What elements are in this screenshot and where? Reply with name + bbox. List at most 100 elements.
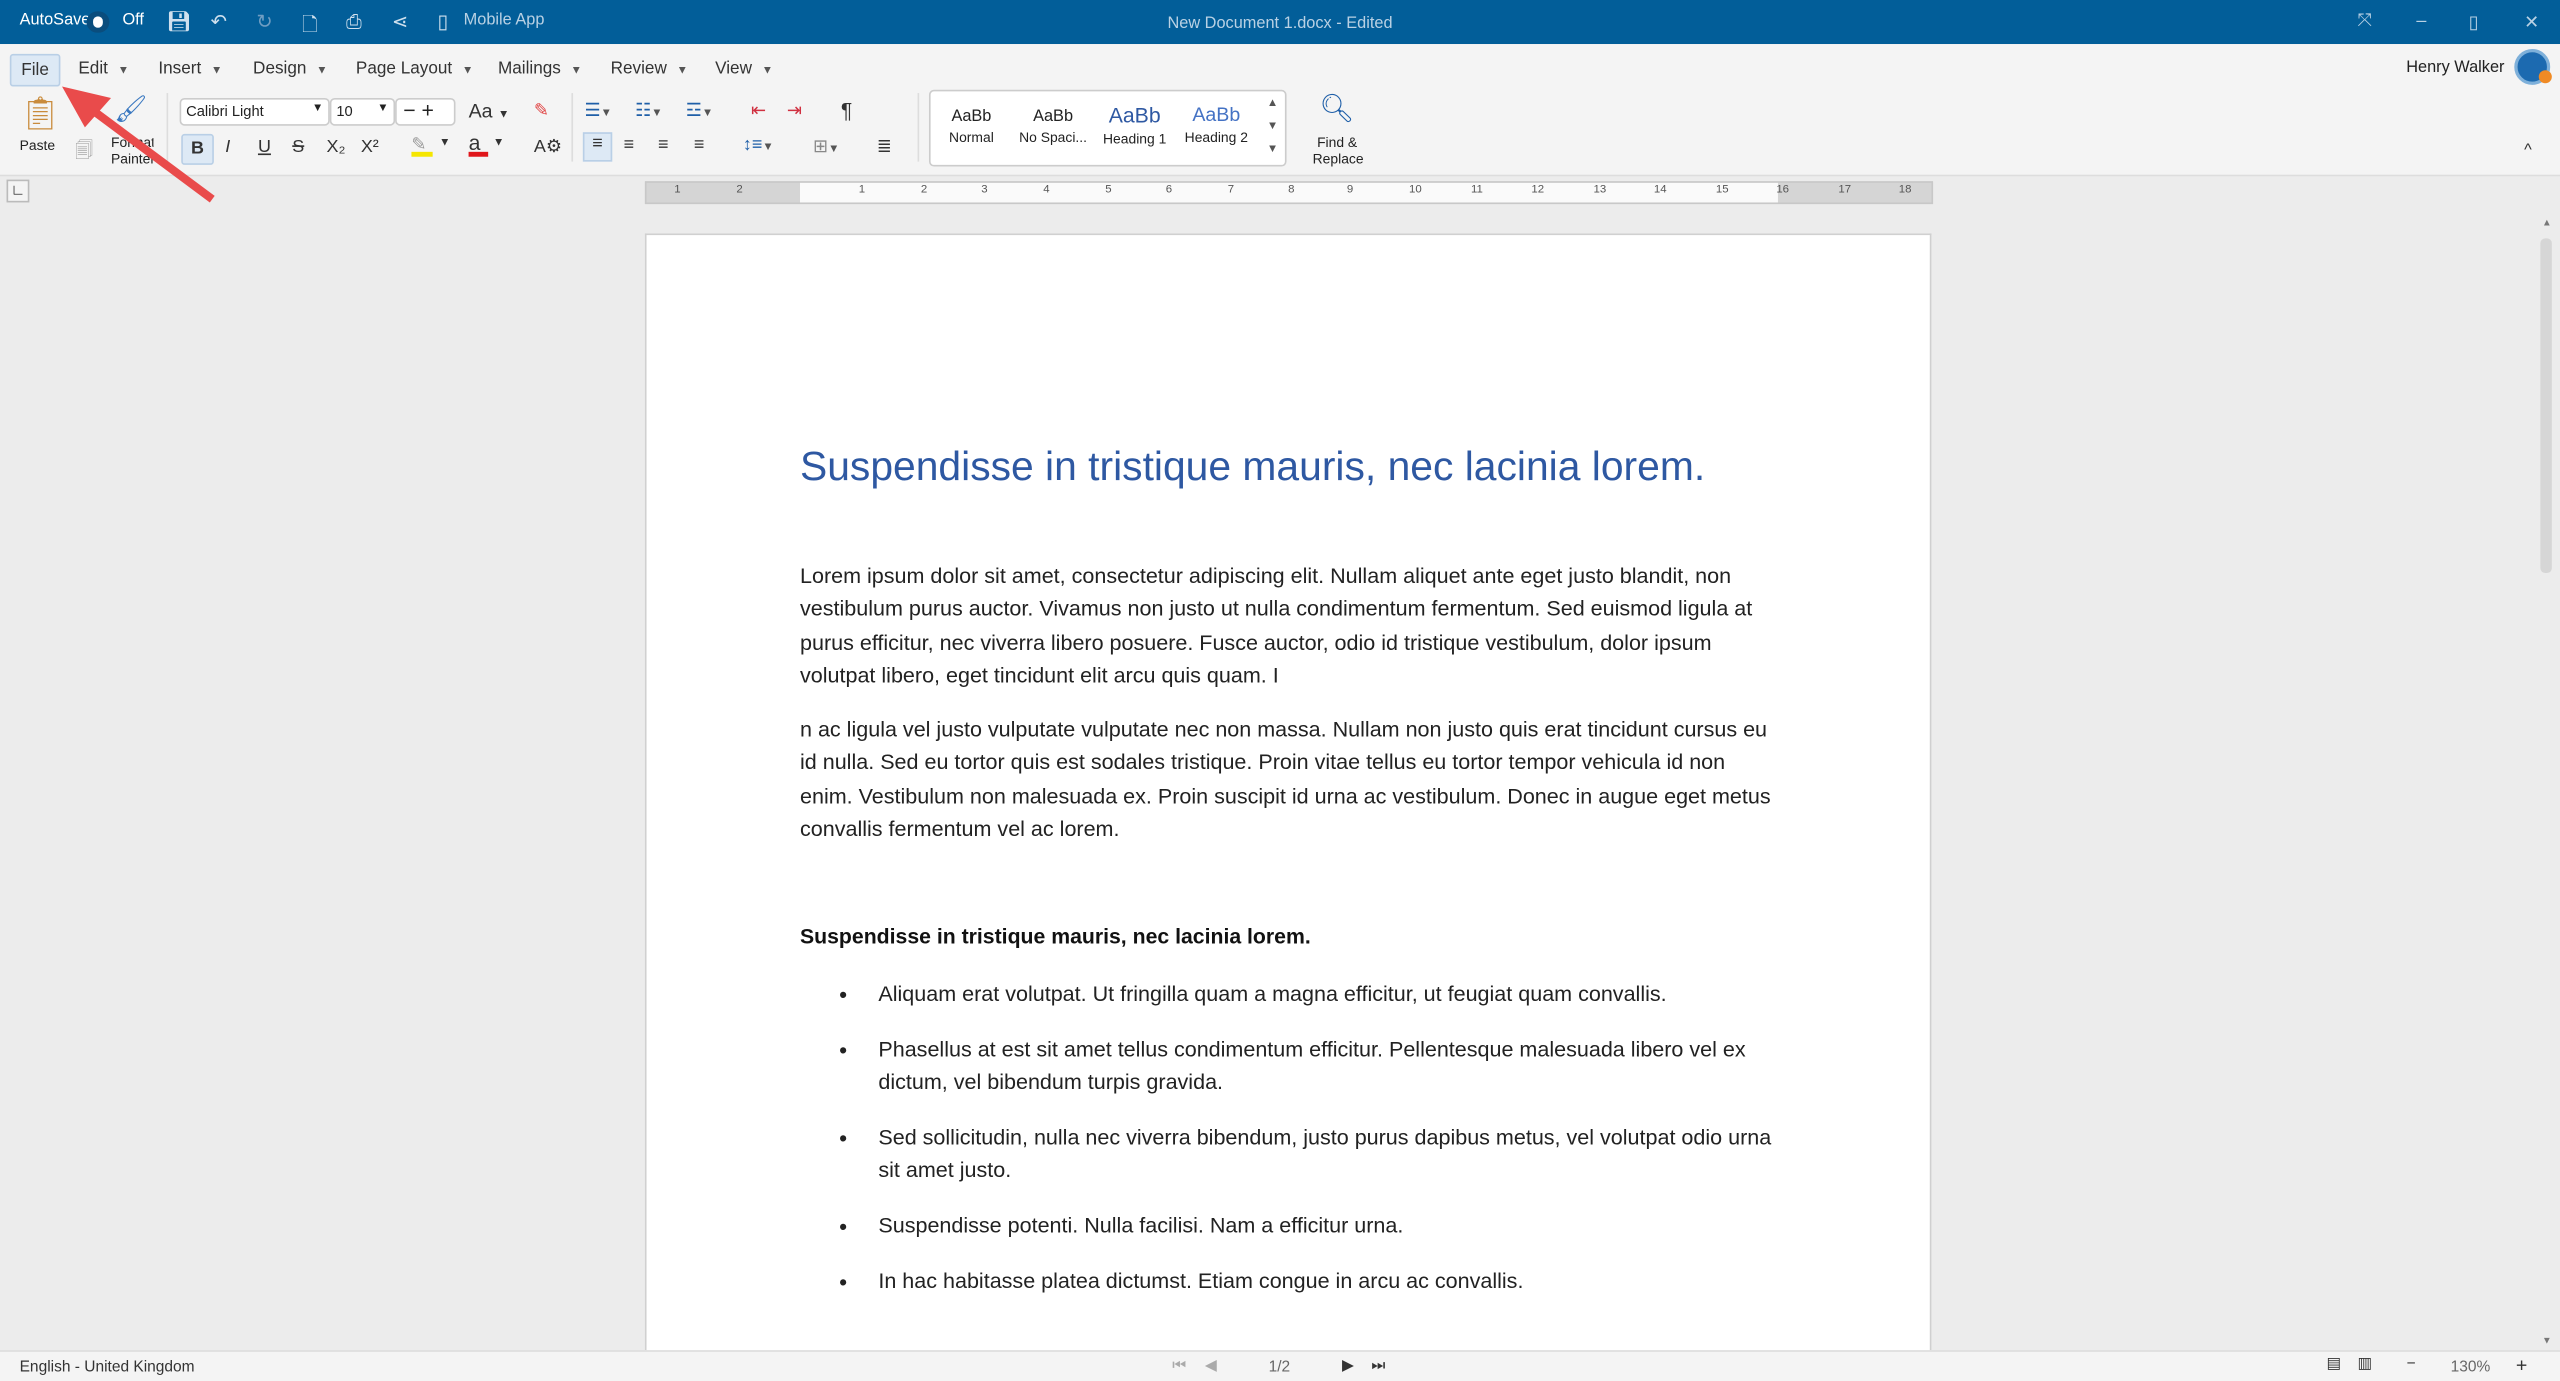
font-size-stepper[interactable]: − + xyxy=(395,97,456,126)
print-layout-icon[interactable]: ▤ xyxy=(2327,1355,2342,1373)
menu-label: Edit xyxy=(78,58,108,79)
style-heading-1[interactable]: AaBb Heading 1 xyxy=(1094,103,1176,147)
borders-icon[interactable]: ⊞▼ xyxy=(813,136,839,157)
ruler-tick-label: 7 xyxy=(1227,184,1235,196)
ruler-tick-label: 12 xyxy=(1531,184,1545,196)
web-layout-icon[interactable]: ▥ xyxy=(2358,1355,2373,1373)
ruler-tick-label: 13 xyxy=(1593,184,1607,196)
list-item: Suspendisse potenti. Nulla facilisi. Nam… xyxy=(839,1210,1792,1243)
style-name: Heading 1 xyxy=(1103,130,1167,147)
clear-formatting-icon[interactable]: ✎ xyxy=(534,100,549,121)
style-sample: AaBb xyxy=(1108,102,1161,128)
document-page[interactable]: Suspendisse in tristique mauris, nec lac… xyxy=(644,233,1932,1351)
ruler-tick-label: 15 xyxy=(1715,184,1729,196)
numbering-icon[interactable]: ☷▼ xyxy=(635,100,662,121)
first-page-icon[interactable]: ⏮ xyxy=(1172,1357,1186,1375)
styles-scroll-down[interactable]: ▼ xyxy=(1267,121,1278,132)
ruler-tick-label: 10 xyxy=(1408,184,1422,196)
close-icon[interactable]: ✕ xyxy=(2524,11,2539,33)
subscript-button[interactable]: X₂ xyxy=(327,137,346,157)
font-size-select[interactable]: 10 ▼ xyxy=(329,97,396,126)
style-name: No Spaci... xyxy=(1019,128,1087,146)
align-center-button[interactable]: ≡ xyxy=(624,136,634,156)
align-left-button[interactable]: ≡ xyxy=(582,132,613,162)
previous-page-icon[interactable]: ◀ xyxy=(1205,1357,1217,1375)
menu-file[interactable]: File xyxy=(9,53,61,87)
menu-view[interactable]: View ▼ xyxy=(705,54,783,83)
tab-stop-selector[interactable]: ∟ xyxy=(6,179,30,203)
ruler-tick-label: 5 xyxy=(1105,184,1112,196)
menu-label: Design xyxy=(253,58,307,79)
vertical-scrollbar[interactable]: ▲ ▼ xyxy=(2536,216,2557,1351)
line-spacing-icon[interactable]: ↕≡▼ xyxy=(743,136,774,156)
menu-label: Mailings xyxy=(497,58,561,79)
restore-icon[interactable]: ▯ xyxy=(2469,11,2479,33)
zoom-level[interactable]: 130% xyxy=(2451,1358,2491,1376)
language-indicator[interactable]: English - United Kingdom xyxy=(20,1358,195,1376)
paragraph-settings-icon[interactable]: ≣ xyxy=(877,136,892,157)
align-right-button[interactable]: ≡ xyxy=(658,136,668,156)
strikethrough-button[interactable]: S xyxy=(292,137,304,157)
menu-mailings[interactable]: Mailings ▼ xyxy=(488,54,592,83)
menu-insert[interactable]: Insert ▼ xyxy=(149,54,233,83)
menu-label: File xyxy=(21,60,49,80)
menu-page-layout[interactable]: Page Layout ▼ xyxy=(346,54,483,83)
ruler-tick-label: 2 xyxy=(920,184,928,196)
style-normal[interactable]: AaBb Normal xyxy=(931,108,1013,146)
last-page-icon[interactable]: ⏭ xyxy=(1371,1357,1385,1375)
list-item: Aliquam erat volutpat. Ut fringilla quam… xyxy=(839,978,1792,1011)
menu-edit[interactable]: Edit ▼ xyxy=(69,54,139,83)
text-effects-icon[interactable]: A⚙ xyxy=(534,136,562,157)
menu-review[interactable]: Review ▼ xyxy=(601,54,698,83)
document-title-heading: Suspendisse in tristique mauris, nec lac… xyxy=(799,444,1706,490)
ruler-tick-label: 3 xyxy=(981,184,988,196)
zoom-in-button[interactable]: + xyxy=(2516,1353,2527,1376)
ruler-tick-label: 9 xyxy=(1346,184,1354,196)
collapse-ribbon-icon[interactable]: ^ xyxy=(2524,142,2532,160)
list-item: Sed sollicitudin, nulla nec viverra bibe… xyxy=(839,1122,1792,1187)
avatar[interactable] xyxy=(2514,48,2552,85)
scrollbar-thumb[interactable] xyxy=(2540,238,2552,574)
bullets-icon[interactable]: ☰▼ xyxy=(584,100,611,121)
fullscreen-icon[interactable]: ⤧ xyxy=(2358,11,2372,32)
italic-button[interactable]: I xyxy=(225,137,230,157)
justify-button[interactable]: ≡ xyxy=(694,136,704,156)
increase-indent-icon[interactable]: ⇥ xyxy=(787,100,802,121)
page-indicator: 1/2 xyxy=(1268,1358,1291,1377)
list-item: In hac habitasse platea dictumst. Etiam … xyxy=(839,1265,1792,1298)
superscript-button[interactable]: X² xyxy=(361,137,379,157)
scroll-down-icon[interactable]: ▼ xyxy=(2542,1337,2552,1347)
menu-design[interactable]: Design ▼ xyxy=(243,54,337,83)
style-heading-2[interactable]: AaBb Heading 2 xyxy=(1176,103,1258,145)
style-no-spacing[interactable]: AaBb No Spaci... xyxy=(1012,108,1094,146)
style-name: Normal xyxy=(949,128,994,146)
minimize-icon[interactable]: – xyxy=(2416,11,2426,31)
font-color-icon[interactable]: a xyxy=(468,131,489,157)
styles-expand[interactable]: ▼ xyxy=(1267,144,1278,155)
highlight-icon[interactable]: ✎ xyxy=(411,134,433,157)
document-title: New Document 1.docx - Edited xyxy=(1167,14,1393,33)
styles-scroll-up[interactable]: ▲ xyxy=(1267,98,1278,109)
change-case-label: Aa xyxy=(468,99,493,123)
next-page-icon[interactable]: ▶ xyxy=(1342,1357,1354,1375)
find-replace-icon[interactable]: 🔍︎ xyxy=(1319,93,1354,126)
change-case-button[interactable]: Aa ▼ xyxy=(469,100,510,123)
font-size-value: 10 xyxy=(336,102,353,120)
ruler-tick-label: 17 xyxy=(1838,184,1852,196)
ruler-tick-label: 14 xyxy=(1653,184,1667,196)
font-color-dropdown[interactable]: ▼ xyxy=(493,137,504,148)
highlight-dropdown[interactable]: ▼ xyxy=(439,137,450,148)
multilevel-list-icon[interactable]: ☲▼ xyxy=(686,100,713,121)
find-replace-button[interactable]: Find & Replace xyxy=(1313,134,1364,167)
paste-button[interactable]: Paste xyxy=(20,137,56,153)
style-sample: AaBb xyxy=(951,107,992,126)
ruler-tick-label: 4 xyxy=(1043,184,1050,196)
show-formatting-button[interactable]: ¶ xyxy=(841,98,852,122)
paragraph: Lorem ipsum dolor sit amet, consectetur … xyxy=(799,563,1753,688)
ruler-tick-label: 1 xyxy=(674,184,681,196)
zoom-out-button[interactable]: − xyxy=(2407,1355,2416,1373)
scroll-up-icon[interactable]: ▲ xyxy=(2542,219,2552,229)
ruler[interactable]: 1 2 1 2 3 4 5 6 7 8 9 10 11 12 13 14 15 … xyxy=(644,181,1934,205)
decrease-indent-icon[interactable]: ⇤ xyxy=(751,100,766,121)
underline-button[interactable]: U xyxy=(258,137,271,157)
